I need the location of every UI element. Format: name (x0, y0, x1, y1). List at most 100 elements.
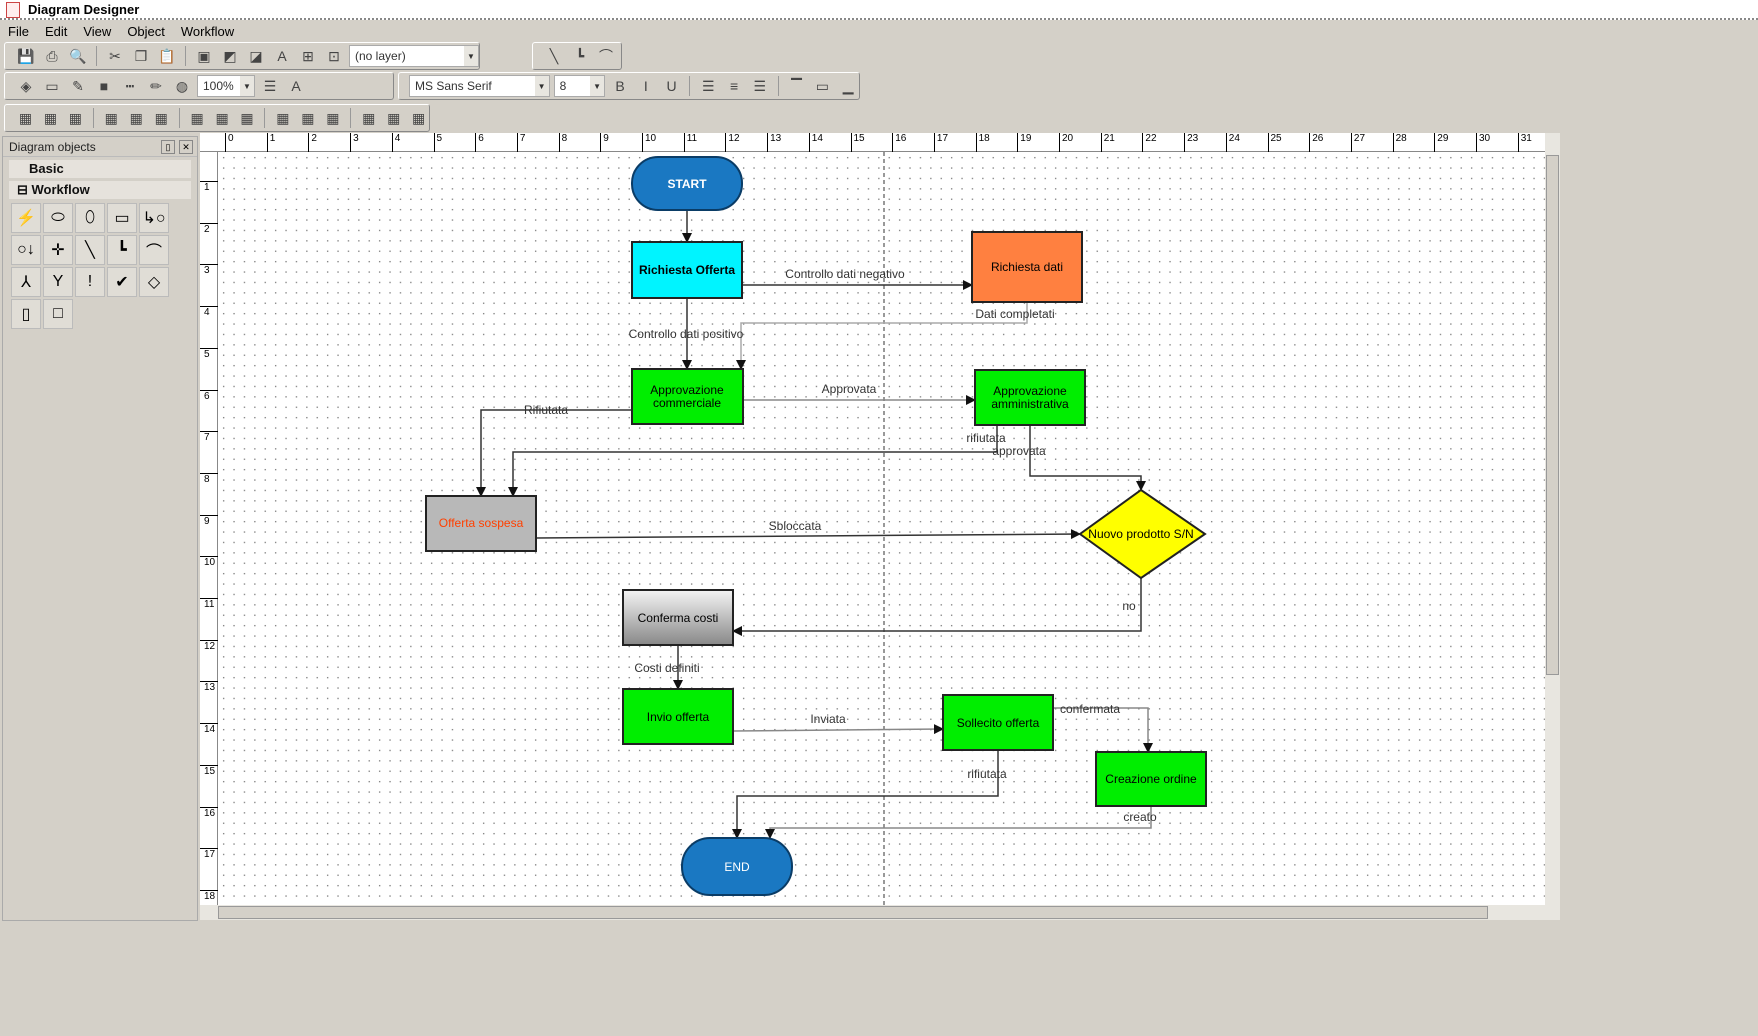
align-lefts-icon[interactable]: ▦ (15, 107, 36, 129)
node-approvazione-commerciale[interactable]: Approvazionecommerciale (631, 368, 744, 425)
italic-icon[interactable]: I (635, 75, 657, 97)
save-icon[interactable]: 💾 (15, 45, 37, 67)
same-width-icon[interactable]: ▦ (187, 107, 208, 129)
edge-label: Sbloccata (769, 519, 822, 533)
align-middles-icon[interactable]: ▦ (151, 107, 172, 129)
transparency-icon[interactable]: ◍ (171, 75, 193, 97)
line-color-icon[interactable]: ✏ (145, 75, 167, 97)
vertical-scrollbar[interactable] (1545, 133, 1560, 905)
menu-view[interactable]: View (75, 22, 119, 42)
process-icon[interactable]: ▭ (107, 203, 137, 233)
menu-workflow[interactable]: Workflow (173, 22, 242, 42)
horizontal-scrollbar[interactable] (200, 905, 1560, 920)
node-approvazione-amministrativa[interactable]: Approvazioneamministrativa (974, 369, 1086, 426)
scroll-thumb[interactable] (218, 906, 1488, 919)
zoom-select[interactable]: 100% ▼ (197, 75, 255, 97)
font-color-icon[interactable]: A (285, 75, 307, 97)
copy-icon[interactable]: ❐ (130, 45, 152, 67)
curved-line-icon[interactable]: ⌒ (595, 45, 617, 67)
font-size-select[interactable]: 8 ▼ (553, 75, 606, 97)
send-back-icon[interactable]: ◪ (245, 45, 267, 67)
node-creazione-ordine[interactable]: Creazione ordine (1095, 751, 1207, 807)
straight-line-icon[interactable]: ╲ (543, 45, 565, 67)
node-start[interactable]: START (631, 156, 743, 211)
space-horiz-inc-icon[interactable]: ▦ (297, 107, 318, 129)
group-icon[interactable]: ▣ (193, 45, 215, 67)
paste-icon[interactable]: 📋 (156, 45, 178, 67)
line-width-icon[interactable]: ☰ (259, 75, 281, 97)
edge-label: Rifiutata (524, 403, 568, 417)
align-tops-icon[interactable]: ▦ (101, 107, 122, 129)
node-sollecito-offerta[interactable]: Sollecito offerta (942, 694, 1054, 751)
space-vert-dec-icon[interactable]: ▦ (408, 107, 429, 129)
subprocess-icon[interactable]: ▯ (11, 299, 41, 329)
toolbar-separator (777, 76, 779, 96)
connector-in-icon[interactable]: ○↓ (11, 235, 41, 265)
node-end[interactable]: END (681, 837, 793, 896)
space-vert-inc-icon[interactable]: ▦ (383, 107, 404, 129)
event-icon[interactable]: ⚡ (11, 203, 41, 233)
decision-icon[interactable]: ◇ (139, 267, 169, 297)
workflow-tools: ⚡ ⬭ ⬯ ▭ ↳○ ○↓ ✛ ╲ ┗ ⌒ ⅄ Y! ✔ ◇ ▯ □ (11, 203, 189, 329)
align-rights-icon[interactable]: ▦ (40, 107, 61, 129)
fit-icon[interactable]: ⊞ (297, 45, 319, 67)
alert-icon[interactable]: ! (75, 267, 105, 297)
node-richiesta-offerta[interactable]: Richiesta Offerta (631, 241, 743, 299)
font-select[interactable]: MS Sans Serif ▼ (409, 75, 550, 97)
line-dash-icon[interactable]: ┅ (119, 75, 141, 97)
ruler-tick: 8 (200, 472, 218, 485)
same-height-icon[interactable]: ▦ (212, 107, 233, 129)
print-preview-icon[interactable]: 🔍 (67, 45, 89, 67)
pin-icon[interactable]: ▯ (161, 140, 175, 154)
format-painter-icon[interactable]: ✎ (67, 75, 89, 97)
menu-file[interactable]: File (0, 22, 37, 42)
layer-select[interactable]: (no layer) ▼ (349, 45, 479, 67)
box-icon[interactable]: □ (43, 299, 73, 329)
connector-out-icon[interactable]: ↳○ (139, 203, 169, 233)
orthogonal-line-icon[interactable]: ┗ (569, 45, 591, 67)
merge-icon[interactable]: Y (43, 267, 73, 297)
node-offerta-sospesa[interactable]: Offerta sospesa (425, 495, 537, 552)
align-centers-icon[interactable]: ▦ (65, 107, 86, 129)
valign-middle-icon[interactable]: ▭ (811, 75, 833, 97)
node-richiesta-dati[interactable]: Richiesta dati (971, 231, 1083, 303)
align-right-icon[interactable]: ☰ (749, 75, 771, 97)
space-vert-icon[interactable]: ▦ (358, 107, 379, 129)
close-icon[interactable]: ✕ (179, 140, 193, 154)
space-horiz-dec-icon[interactable]: ▦ (322, 107, 343, 129)
cut-icon[interactable]: ✂ (104, 45, 126, 67)
section-basic[interactable]: Basic (9, 160, 191, 178)
bring-front-icon[interactable]: ◩ (219, 45, 241, 67)
text-icon[interactable]: A (271, 45, 293, 67)
bold-icon[interactable]: B (609, 75, 631, 97)
same-size-icon[interactable]: ▦ (237, 107, 258, 129)
start-icon[interactable]: ⬭ (43, 203, 73, 233)
section-workflow[interactable]: ⊟ Workflow (9, 181, 191, 199)
approval-icon[interactable]: ✔ (107, 267, 137, 297)
diagram-canvas[interactable]: START Richiesta Offerta Richiesta dati A… (218, 152, 1545, 905)
fill-color-icon[interactable]: ◈ (15, 75, 37, 97)
scroll-thumb[interactable] (1546, 155, 1559, 675)
fork-icon[interactable]: ⅄ (11, 267, 41, 297)
space-horiz-icon[interactable]: ▦ (272, 107, 293, 129)
end-icon[interactable]: ⬯ (75, 203, 105, 233)
diagram-objects-panel: Diagram objects ▯ ✕ Basic ⊟ Workflow ⚡ ⬭ ⬯… (2, 136, 198, 921)
align-bottoms-icon[interactable]: ▦ (126, 107, 147, 129)
resize-icon[interactable]: ⊡ (323, 45, 345, 67)
straight-link-icon[interactable]: ╲ (75, 235, 105, 265)
menu-edit[interactable]: Edit (37, 22, 75, 42)
underline-icon[interactable]: U (661, 75, 683, 97)
junction-icon[interactable]: ✛ (43, 235, 73, 265)
menu-object[interactable]: Object (119, 22, 173, 42)
orthogonal-link-icon[interactable]: ┗ (107, 235, 137, 265)
shadow-icon[interactable]: ■ (93, 75, 115, 97)
align-center-icon[interactable]: ≡ (723, 75, 745, 97)
node-invio-offerta[interactable]: Invio offerta (622, 688, 734, 745)
print-icon[interactable]: ⎙ (41, 45, 63, 67)
valign-top-icon[interactable]: ▔ (786, 75, 808, 97)
rectangle-icon[interactable]: ▭ (41, 75, 63, 97)
node-conferma-costi[interactable]: Conferma costi (622, 589, 734, 646)
valign-bottom-icon[interactable]: ▁ (837, 75, 859, 97)
align-left-icon[interactable]: ☰ (697, 75, 719, 97)
curved-link-icon[interactable]: ⌒ (139, 235, 169, 265)
